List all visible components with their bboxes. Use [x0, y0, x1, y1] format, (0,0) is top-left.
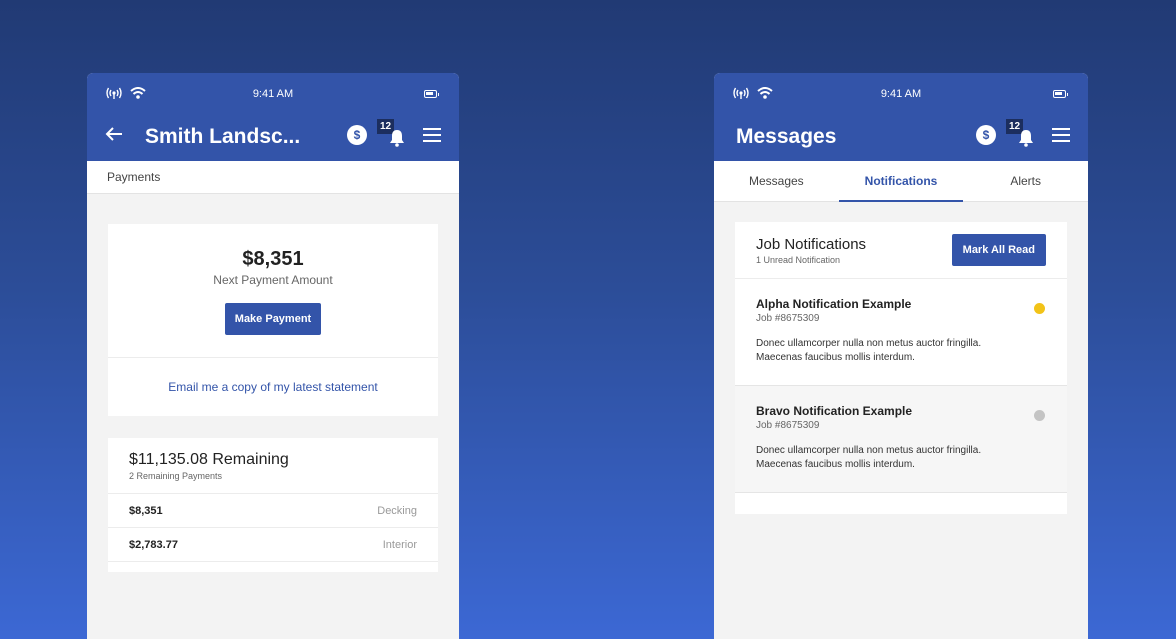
tab-notifications[interactable]: Notifications	[838, 161, 964, 202]
remaining-payments-card: $11,135.08 Remaining 2 Remaining Payment…	[108, 438, 438, 572]
payment-row[interactable]: $8,351 Decking	[108, 494, 438, 528]
notification-job: Job #8675309	[756, 420, 820, 431]
card-title: Job Notifications	[756, 235, 867, 253]
page-title: Messages	[736, 125, 837, 148]
messages-screen: 9:41 AM Messages $ 12 Messages Notificat…	[714, 73, 1088, 639]
breadcrumb: Payments	[87, 161, 459, 194]
status-bar: 9:41 AM	[87, 73, 459, 115]
app-bar: 9:41 AM Messages $ 12	[714, 73, 1088, 161]
payment-row-amount: $8,351	[129, 504, 163, 517]
notification-item[interactable]: Alpha Notification Example Job #8675309 …	[735, 279, 1067, 386]
notification-body: Donec ullamcorper nulla non metus auctor…	[756, 338, 982, 363]
notifications-button[interactable]: 12	[1006, 119, 1038, 147]
menu-icon[interactable]	[1052, 128, 1070, 142]
status-time: 9:41 AM	[252, 88, 294, 100]
notification-title: Bravo Notification Example	[756, 404, 913, 418]
make-payment-button[interactable]: Make Payment	[224, 303, 322, 335]
notifications-button[interactable]: 12	[377, 119, 409, 147]
read-dot-icon	[1034, 410, 1045, 421]
next-payment-card: $8,351 Next Payment Amount Make Payment …	[108, 224, 438, 416]
next-payment-amount: $8,351	[242, 248, 304, 270]
notification-job: Job #8675309	[756, 313, 820, 324]
payment-row-amount: $2,783.77	[129, 538, 178, 551]
payments-coin-icon[interactable]: $	[347, 125, 367, 145]
app-bar: 9:41 AM Smith Landsc... $ 12	[87, 73, 459, 161]
tab-messages[interactable]: Messages	[714, 161, 839, 201]
notification-body: Donec ullamcorper nulla non metus auctor…	[756, 445, 982, 470]
notification-item[interactable]: Bravo Notification Example Job #8675309 …	[735, 386, 1067, 493]
unread-count: 1 Unread Notification	[756, 254, 841, 265]
payment-row-category: Decking	[377, 504, 417, 517]
bell-icon	[1018, 129, 1034, 152]
notification-title: Alpha Notification Example	[756, 297, 912, 311]
battery-icon	[1053, 90, 1068, 98]
remaining-count: 2 Remaining Payments	[129, 471, 223, 481]
bell-icon	[389, 129, 405, 152]
status-time: 9:41 AM	[880, 88, 922, 100]
remaining-total: $11,135.08 Remaining	[129, 451, 289, 468]
mark-all-read-button[interactable]: Mark All Read	[951, 234, 1046, 266]
tab-bar: Messages Notifications Alerts	[714, 161, 1088, 202]
title-bar: Smith Landsc... $ 12	[87, 115, 459, 161]
next-payment-label: Next Payment Amount	[213, 273, 333, 287]
back-arrow-icon[interactable]	[105, 125, 123, 148]
payments-coin-icon[interactable]: $	[976, 125, 996, 145]
status-bar: 9:41 AM	[714, 73, 1088, 115]
page-title: Smith Landsc...	[145, 125, 301, 148]
title-bar: Messages $ 12	[714, 115, 1088, 161]
payments-screen: 9:41 AM Smith Landsc... $ 12 Payments $8…	[87, 73, 459, 639]
unread-dot-icon	[1034, 303, 1045, 314]
menu-icon[interactable]	[423, 128, 441, 142]
battery-icon	[424, 90, 439, 98]
job-notifications-card: Job Notifications 1 Unread Notification …	[735, 222, 1067, 514]
payment-row[interactable]: $2,783.77 Interior	[108, 528, 438, 562]
tab-alerts[interactable]: Alerts	[963, 161, 1088, 201]
email-statement-link[interactable]: Email me a copy of my latest statement	[108, 357, 438, 416]
payment-row-category: Interior	[382, 538, 417, 551]
